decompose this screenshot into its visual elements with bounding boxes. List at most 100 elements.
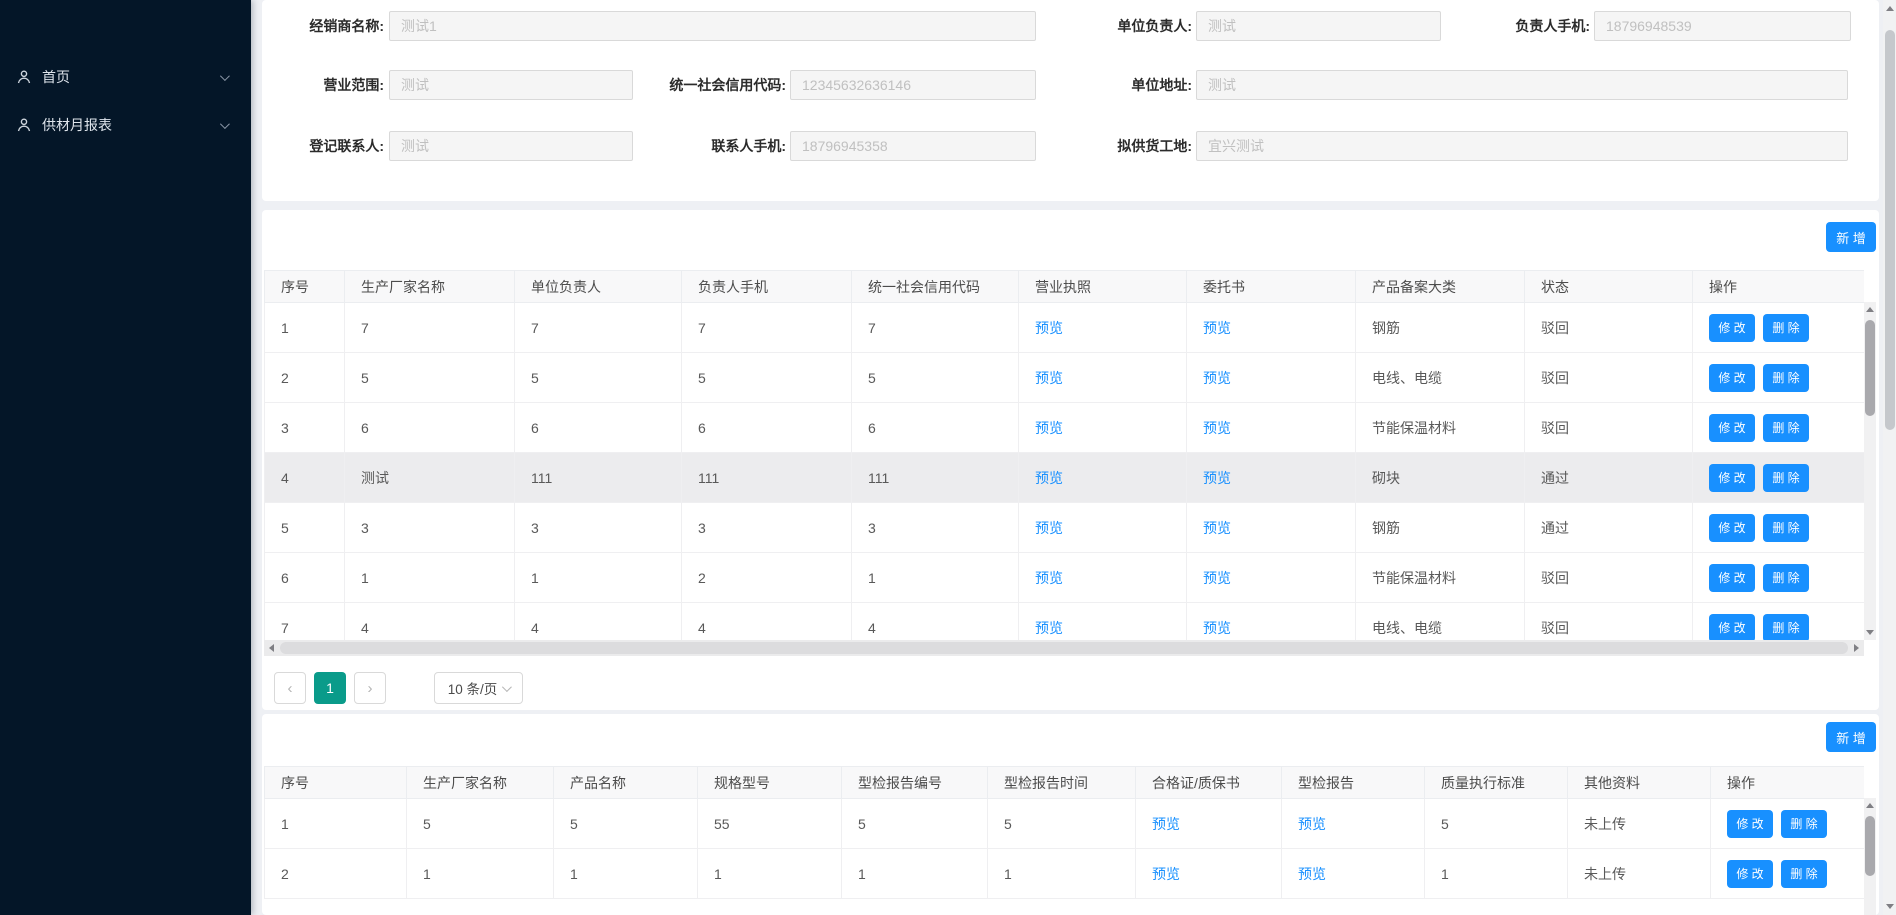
- scroll-down-arrow-icon[interactable]: [1886, 904, 1894, 909]
- cell-product: 5: [554, 799, 698, 849]
- business-license-preview-link[interactable]: 预览: [1035, 620, 1063, 636]
- sidebar-item-monthly-report[interactable]: 供材月报表: [0, 101, 251, 149]
- table-row: 7 4 4 4 4 预览 预览 电线、电缆 驳回 修 改 删 除: [265, 603, 1865, 641]
- unit-manager-label: 单位负责人:: [1042, 11, 1192, 41]
- delete-button[interactable]: 删 除: [1763, 314, 1809, 342]
- dealer-info-form: 经销商名称: 单位负责人: 负责人手机: 营业范围: 统一社会信用代码: 单位地…: [262, 0, 1879, 201]
- authorization-letter-preview-link[interactable]: 预览: [1203, 470, 1231, 486]
- manager-phone-input[interactable]: [1594, 11, 1851, 41]
- edit-button[interactable]: 修 改: [1709, 314, 1755, 342]
- authorization-letter-preview-link[interactable]: 预览: [1203, 520, 1231, 536]
- edit-button[interactable]: 修 改: [1727, 860, 1773, 888]
- contact-phone-input[interactable]: [790, 131, 1036, 161]
- business-license-preview-link[interactable]: 预览: [1035, 570, 1063, 586]
- scrollbar-thumb[interactable]: [1865, 320, 1875, 416]
- cell-index: 1: [265, 303, 345, 353]
- column-header: 负责人手机: [682, 271, 852, 303]
- contact-input[interactable]: [389, 131, 633, 161]
- sidebar: 首页 供材月报表: [0, 0, 251, 915]
- unit-manager-input[interactable]: [1196, 11, 1441, 41]
- unit-address-label: 单位地址:: [1042, 70, 1192, 100]
- column-header: 型检报告编号: [842, 767, 988, 799]
- unit-address-input[interactable]: [1196, 70, 1848, 100]
- cell-report-time: 1: [988, 849, 1136, 899]
- business-license-preview-link[interactable]: 预览: [1035, 520, 1063, 536]
- cell-manufacturer: 5: [407, 799, 554, 849]
- next-page-button[interactable]: ›: [354, 672, 386, 704]
- delete-button[interactable]: 删 除: [1763, 364, 1809, 392]
- cell-manufacturer: 4: [345, 603, 515, 641]
- scroll-right-arrow-icon[interactable]: [1854, 644, 1859, 652]
- edit-button[interactable]: 修 改: [1709, 614, 1755, 641]
- edit-button[interactable]: 修 改: [1709, 514, 1755, 542]
- product-table: 序号生产厂家名称产品名称规格型号型检报告编号型检报告时间合格证/质保书型检报告质…: [264, 766, 1864, 915]
- delete-button[interactable]: 删 除: [1781, 860, 1827, 888]
- delete-button[interactable]: 删 除: [1763, 614, 1809, 641]
- type-report-preview-link[interactable]: 预览: [1298, 816, 1326, 832]
- cell-phone: 3: [682, 503, 852, 553]
- table-vertical-scrollbar[interactable]: [1864, 302, 1876, 640]
- column-header: 统一社会信用代码: [852, 271, 1019, 303]
- edit-button[interactable]: 修 改: [1709, 564, 1755, 592]
- delete-button[interactable]: 删 除: [1763, 564, 1809, 592]
- previous-page-button[interactable]: ‹: [274, 672, 306, 704]
- sidebar-item-home[interactable]: 首页: [0, 53, 251, 101]
- scroll-up-arrow-icon[interactable]: [1866, 803, 1874, 808]
- sidebar-menu: 首页 供材月报表: [0, 0, 251, 149]
- table-horizontal-scrollbar[interactable]: [264, 640, 1864, 656]
- business-license-preview-link[interactable]: 预览: [1035, 370, 1063, 386]
- edit-button[interactable]: 修 改: [1709, 464, 1755, 492]
- add-product-button[interactable]: 新 增: [1826, 722, 1876, 752]
- cell-category: 节能保温材料: [1356, 403, 1525, 453]
- authorization-letter-preview-link[interactable]: 预览: [1203, 320, 1231, 336]
- scrollbar-thumb[interactable]: [280, 642, 1848, 654]
- table-row: 2 1 1 1 1 1 预览 预览 1 未上传 修 改 删 除: [265, 849, 1865, 899]
- cell-manager: 3: [515, 503, 682, 553]
- authorization-letter-preview-link[interactable]: 预览: [1203, 570, 1231, 586]
- credit-code-input[interactable]: [790, 70, 1036, 100]
- type-report-preview-link[interactable]: 预览: [1298, 866, 1326, 882]
- add-manufacturer-button[interactable]: 新 增: [1826, 222, 1876, 252]
- scroll-down-arrow-icon[interactable]: [1866, 630, 1874, 635]
- scroll-up-arrow-icon[interactable]: [1886, 6, 1894, 11]
- authorization-letter-preview-link[interactable]: 预览: [1203, 420, 1231, 436]
- delete-button[interactable]: 删 除: [1763, 414, 1809, 442]
- edit-button[interactable]: 修 改: [1709, 364, 1755, 392]
- business-scope-input[interactable]: [389, 70, 633, 100]
- delete-button[interactable]: 删 除: [1781, 810, 1827, 838]
- cell-index: 6: [265, 553, 345, 603]
- page-size-select[interactable]: 10 条/页: [434, 672, 523, 704]
- cell-manager: 1: [515, 553, 682, 603]
- column-header: 型检报告: [1282, 767, 1425, 799]
- edit-button[interactable]: 修 改: [1709, 414, 1755, 442]
- delete-button[interactable]: 删 除: [1763, 464, 1809, 492]
- certificate-preview-link[interactable]: 预览: [1152, 866, 1180, 882]
- table-header-row: 序号生产厂家名称单位负责人负责人手机统一社会信用代码营业执照委托书产品备案大类状…: [265, 271, 1865, 303]
- contact-label: 登记联系人:: [262, 131, 384, 161]
- authorization-letter-preview-link[interactable]: 预览: [1203, 620, 1231, 636]
- dealer-name-input[interactable]: [389, 11, 1036, 41]
- current-page-button[interactable]: 1: [314, 672, 346, 704]
- authorization-letter-preview-link[interactable]: 预览: [1203, 370, 1231, 386]
- scrollbar-thumb[interactable]: [1885, 30, 1895, 430]
- column-header: 规格型号: [698, 767, 842, 799]
- cell-manufacturer: 测试: [345, 453, 515, 503]
- supply-site-label: 拟供货工地:: [1042, 131, 1192, 161]
- edit-button[interactable]: 修 改: [1727, 810, 1773, 838]
- cell-spec: 55: [698, 799, 842, 849]
- business-license-preview-link[interactable]: 预览: [1035, 320, 1063, 336]
- delete-button[interactable]: 删 除: [1763, 514, 1809, 542]
- scrollbar-thumb[interactable]: [1865, 816, 1875, 876]
- cell-manager: 6: [515, 403, 682, 453]
- table-header-row: 序号生产厂家名称产品名称规格型号型检报告编号型检报告时间合格证/质保书型检报告质…: [265, 767, 1865, 799]
- certificate-preview-link[interactable]: 预览: [1152, 816, 1180, 832]
- table-vertical-scrollbar[interactable]: [1864, 798, 1876, 915]
- scroll-up-arrow-icon[interactable]: [1866, 307, 1874, 312]
- cell-standard: 5: [1425, 799, 1568, 849]
- scroll-left-arrow-icon[interactable]: [269, 644, 274, 652]
- supply-site-input[interactable]: [1196, 131, 1848, 161]
- business-license-preview-link[interactable]: 预览: [1035, 420, 1063, 436]
- column-header: 营业执照: [1019, 271, 1187, 303]
- business-license-preview-link[interactable]: 预览: [1035, 470, 1063, 486]
- page-vertical-scrollbar[interactable]: [1883, 0, 1896, 915]
